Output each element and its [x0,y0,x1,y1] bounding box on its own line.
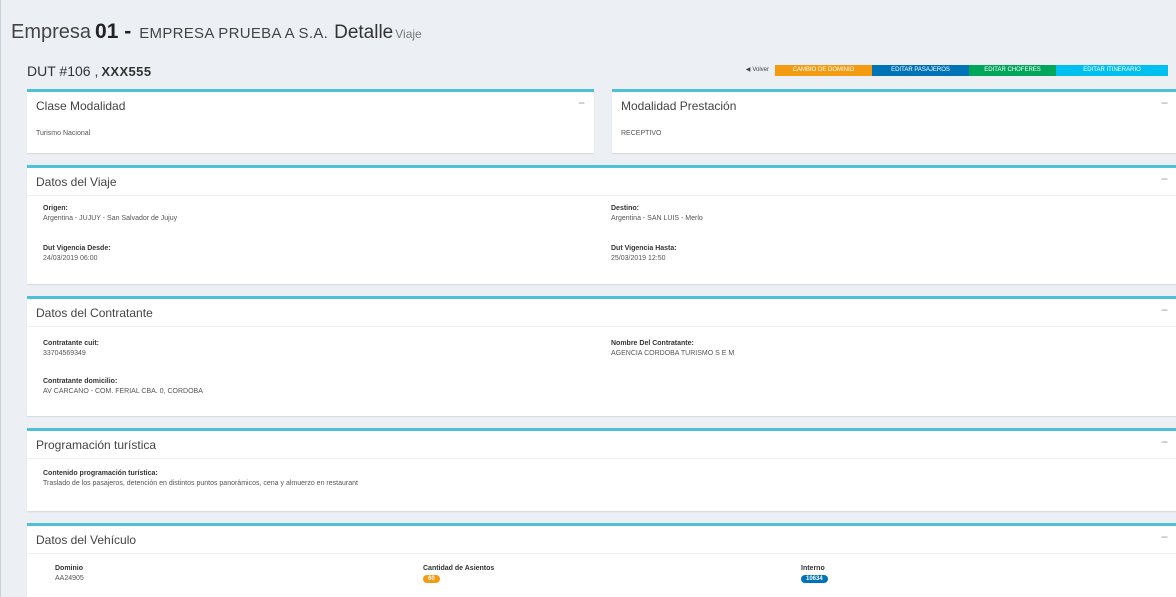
contratante-cuit-value: 33704569349 [43,350,86,357]
modalidad-prestacion-title: Modalidad Prestación [621,99,737,113]
contratante-domicilio-field: Contratante domicilio: AV CARCANO - COM.… [43,377,203,397]
contenido-label: Contenido programación turística: [43,470,158,477]
contratante-cuit-label: Contratante cuit: [43,340,99,347]
collapse-icon[interactable]: − [1161,303,1168,317]
collapse-icon[interactable]: − [1161,96,1168,110]
contratante-domicilio-value: AV CARCANO - COM. FERIAL CBA. 0, CORDOBA [43,388,203,395]
collapse-icon[interactable]: − [578,96,585,110]
interno-badge: 10634 [801,575,828,583]
dominio-value: AA24905 [55,575,84,582]
collapse-icon[interactable]: − [1161,530,1168,544]
contenido-value: Traslado de los pasajeros, detención en … [43,480,358,487]
divider [27,326,1176,327]
edit-passengers-button[interactable]: EDITAR PASAJEROS [872,65,969,76]
contenido-field: Contenido programación turística: Trasla… [43,469,358,489]
vigencia-desde-label: Dut Vigencia Desde: [43,245,111,252]
datos-contratante-title: Datos del Contratante [36,306,153,320]
edit-itinerary-button[interactable]: EDITAR ITINERARIO [1056,65,1168,76]
vigencia-hasta-value: 25/03/2019 12:50 [611,255,666,262]
origen-label: Origen: [43,205,68,212]
interno-field: Interno 10634 [801,564,828,584]
back-button[interactable]: ◀ Volver [740,65,775,76]
asientos-label: Cantidad de Asientos [423,565,495,572]
company-name: EMPRESA PRUEBA A S.A. [139,25,329,42]
divider [27,458,1176,459]
programacion-title: Programación turística [36,438,157,452]
vigencia-desde-field: Dut Vigencia Desde: 24/03/2019 06:00 [43,244,111,264]
dominio-field: Dominio AA24905 [55,564,84,584]
dominio-label: Dominio [55,565,83,572]
detail-label: Detalle [334,22,394,43]
collapse-icon[interactable]: − [1161,435,1168,449]
clase-modalidad-box: Clase Modalidad − Turismo Nacional [27,89,594,153]
vigencia-desde-value: 24/03/2019 06:00 [43,255,98,262]
company-label: Empresa [11,21,92,43]
dut-code: XXX555 [101,64,152,79]
destino-label: Destino: [611,205,639,212]
edit-drivers-button[interactable]: EDITAR CHOFERES [969,65,1056,76]
contratante-nombre-value: AGENCIA CORDOBA TURISMO S E M [611,350,735,357]
contratante-cuit-field: Contratante cuit: 33704569349 [43,339,99,359]
clase-modalidad-title: Clase Modalidad [36,99,126,113]
datos-viaje-title: Datos del Viaje [36,175,117,189]
divider [27,553,1176,554]
contratante-nombre-field: Nombre Del Contratante: AGENCIA CORDOBA … [611,339,734,359]
back-arrow-icon: ◀ [745,67,751,73]
interno-label: Interno [801,565,825,572]
detail-sub: Viaje [395,27,422,41]
asientos-badge: 60 [423,575,440,583]
destino-value: Argentina - SAN LUIS - Merlo [611,215,703,222]
datos-vehiculo-box: Datos del Vehículo − Dominio AA24905 Can… [27,523,1176,597]
origen-field: Origen: Argentina - JUJUY - San Salvador… [43,204,177,224]
datos-contratante-box: Datos del Contratante − Contratante cuit… [27,296,1176,416]
page-title: Empresa 01 - EMPRESA PRUEBA A S.A. Detalle V… [11,20,422,44]
company-number: 01 - [95,20,132,43]
collapse-icon[interactable]: − [1161,172,1168,186]
dut-label: DUT #106 , [27,63,99,79]
back-label: Volver [752,67,769,73]
contratante-nombre-label: Nombre Del Contratante: [611,340,694,347]
origen-value: Argentina - JUJUY - San Salvador de Juju… [43,215,178,222]
modalidad-prestacion-box: Modalidad Prestación − RECEPTIVO [612,89,1176,153]
change-domain-button[interactable]: CAMBIO DE DOMINIO [775,65,872,76]
asientos-field: Cantidad de Asientos 60 [423,564,494,584]
vigencia-hasta-field: Dut Vigencia Hasta: 25/03/2019 12:50 [611,244,677,264]
datos-vehiculo-title: Datos del Vehículo [36,533,137,547]
dut-heading: DUT #106 , XXX555 [27,63,151,79]
action-toolbar: ◀ Volver CAMBIO DE DOMINIO EDITAR PASAJE… [740,65,1168,76]
destino-field: Destino: Argentina - SAN LUIS - Merlo [611,204,703,224]
modalidad-prestacion-value: RECEPTIVO [621,130,662,137]
contratante-domicilio-label: Contratante domicilio: [43,378,118,385]
programacion-box: Programación turística − Contenido progr… [27,428,1176,511]
clase-modalidad-value: Turismo Nacional [36,130,91,137]
datos-viaje-box: Datos del Viaje − Origen: Argentina - JU… [27,165,1176,284]
vigencia-hasta-label: Dut Vigencia Hasta: [611,245,677,252]
divider [27,195,1176,196]
